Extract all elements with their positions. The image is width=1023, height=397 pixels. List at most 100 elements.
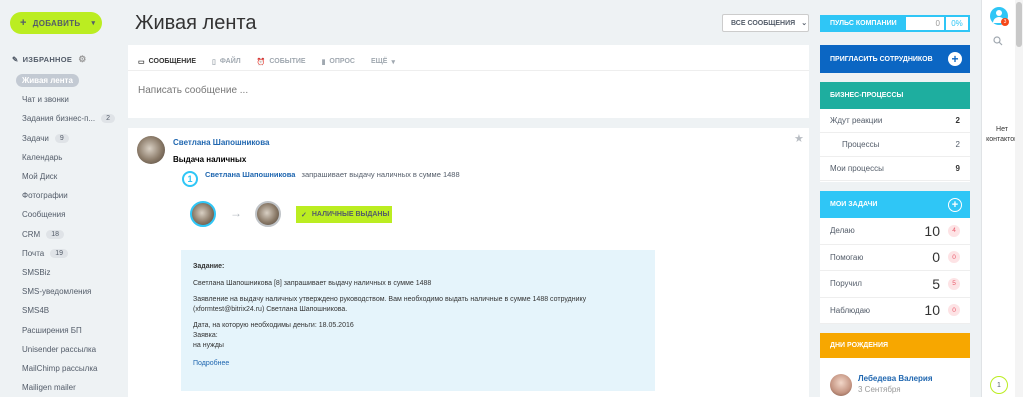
sidebar-item-live-feed[interactable]: Живая лента <box>16 71 126 90</box>
invite-employees-button[interactable]: ПРИГЛАСИТЬ СОТРУДНИКОВ + <box>820 45 970 73</box>
bp-row-processes[interactable]: Процессы 2 <box>820 133 970 157</box>
task-heading: Задание: <box>193 263 225 270</box>
more-link[interactable]: Подробнее <box>193 359 643 369</box>
sidebar-item-label: Расширения БП <box>22 325 82 335</box>
pulse-value: 0 <box>906 17 944 30</box>
overdue-badge: 5 <box>948 277 960 290</box>
row-label: Процессы <box>842 140 880 149</box>
overdue-badge: 4 <box>948 224 960 237</box>
post-form-tabs: ▭ СООБЩЕНИЕ ▯ ФАЙЛ ⏰ СОБЫТИЕ ▮ ОПРОС ЕЩЁ… <box>128 45 809 71</box>
tab-label: ЕЩЁ <box>370 58 388 65</box>
row-label: Поручил <box>830 279 862 289</box>
birthday-item[interactable]: Лебедева Валерия 3 Сентября <box>820 358 970 396</box>
scrollbar-thumb[interactable] <box>1016 2 1022 47</box>
tab-file[interactable]: ▯ ФАЙЛ <box>212 53 241 70</box>
row-label: Мои процессы <box>830 164 884 173</box>
sidebar-item-mail[interactable]: Почта 19 <box>16 244 126 263</box>
tab-label: ФАЙЛ <box>219 58 241 65</box>
counter-icon[interactable]: 1 <box>990 376 1008 394</box>
birthday-name[interactable]: Лебедева Валерия <box>858 374 932 383</box>
tasks-row-assigned[interactable]: Поручил 5 5 <box>820 271 970 298</box>
sidebar-item-bp-extensions[interactable]: Расширения БП <box>16 320 126 339</box>
chevron-down-icon: ⌄ <box>801 20 808 27</box>
task-line: на нужды <box>193 342 224 349</box>
scrollbar[interactable] <box>1015 0 1023 397</box>
tasks-row-watching[interactable]: Наблюдаю 10 0 <box>820 298 970 324</box>
post-author-link[interactable]: Светлана Шапошникова <box>173 138 269 147</box>
sidebar-item-crm[interactable]: CRM 18 <box>16 225 126 244</box>
sidebar-item-calendar[interactable]: Календарь <box>16 148 126 167</box>
sidebar-item-disk[interactable]: Мой Диск <box>16 167 126 186</box>
tasks-widget-title[interactable]: МОИ ЗАДАЧИ <box>830 201 877 208</box>
author-avatar[interactable] <box>137 136 165 164</box>
gear-icon[interactable]: ⚙ <box>78 54 86 65</box>
tab-event[interactable]: ⏰ СОБЫТИЕ <box>257 53 306 70</box>
bp-author-link[interactable]: Светлана Шапошникова <box>205 170 295 179</box>
sidebar-item-sms-notify[interactable]: SMS-уведомления <box>16 282 126 301</box>
add-button[interactable]: + ДОБАВИТЬ ▾ <box>10 12 102 34</box>
sidebar-item-smsbiz[interactable]: SMSBiz <box>16 263 126 282</box>
tab-more[interactable]: ЕЩЁ ▾ <box>371 53 395 70</box>
row-label: Наблюдаю <box>830 305 871 315</box>
file-icon: ▯ <box>211 58 216 66</box>
requester-avatar[interactable] <box>190 201 216 227</box>
bp-summary-text: запрашивает выдачу наличных в сумме 1488 <box>301 170 460 179</box>
sidebar-item-label: SMS4B <box>22 306 50 316</box>
message-input[interactable]: Написать сообщение ... <box>128 71 809 110</box>
sidebar-item-label: Фотографии <box>22 191 68 201</box>
bp-row-my-processes[interactable]: Мои процессы 9 <box>820 157 970 181</box>
sidebar-item-label: SMS-уведомления <box>22 287 92 297</box>
star-icon[interactable]: ★ <box>794 132 804 145</box>
plus-icon: + <box>20 17 27 29</box>
check-icon: ✓ <box>301 211 307 219</box>
task-line: Заявка: <box>193 332 218 339</box>
tasks-row-helping[interactable]: Помогаю 0 0 <box>820 245 970 271</box>
page-title: Живая лента <box>135 12 257 34</box>
message-icon: ▭ <box>138 58 145 66</box>
tab-message[interactable]: ▭ СООБЩЕНИЕ <box>138 53 196 70</box>
row-value: 0 <box>932 249 940 266</box>
sidebar-item-label: Unisender рассылка <box>22 344 97 354</box>
pulse-label: ПУЛЬС КОМПАНИИ <box>830 20 897 27</box>
sidebar-item-photos[interactable]: Фотографии <box>16 186 126 205</box>
row-value: 9 <box>955 164 960 173</box>
tasks-row-doing[interactable]: Делаю 10 4 <box>820 218 970 245</box>
add-task-icon[interactable]: + <box>948 197 962 212</box>
sidebar-item-mailigen[interactable]: Mailigen mailer <box>16 378 126 397</box>
row-label: Помогаю <box>830 252 864 262</box>
row-value: 10 <box>924 222 940 239</box>
company-pulse-widget[interactable]: ПУЛЬС КОМПАНИИ 0 0% <box>820 15 970 32</box>
sidebar-item-tasks[interactable]: Задачи 9 <box>16 129 126 148</box>
tab-label: СООБЩЕНИЕ <box>148 58 196 65</box>
row-value: 5 <box>932 275 940 292</box>
sidebar-item-label: Мой Диск <box>22 172 58 182</box>
arrow-right-icon: → <box>230 206 242 220</box>
sidebar-menu: Живая лента Чат и звонки Задания бизнес-… <box>16 71 126 397</box>
counter-badge: 19 <box>50 248 69 258</box>
notification-badge: 3 <box>1001 18 1009 26</box>
feed-filter-dropdown[interactable]: ВСЕ СООБЩЕНИЯ ⌄ <box>722 14 809 32</box>
sidebar-item-messages[interactable]: Сообщения <box>16 205 126 224</box>
sidebar-item-chat[interactable]: Чат и звонки <box>16 90 126 109</box>
status-badge: ✓ НАЛИЧНЫЕ ВЫДАНЫ <box>296 206 392 223</box>
search-icon[interactable] <box>993 36 1003 46</box>
tab-poll[interactable]: ▮ ОПРОС <box>322 53 355 70</box>
post-form: ▭ СООБЩЕНИЕ ▯ ФАЙЛ ⏰ СОБЫТИЕ ▮ ОПРОС ЕЩЁ… <box>128 45 809 118</box>
chevron-down-icon: ▾ <box>91 20 96 27</box>
sidebar-item-label: SMSBiz <box>22 267 51 277</box>
avatar[interactable] <box>830 374 852 396</box>
sidebar-item-mailchimp[interactable]: MailChimp рассылка <box>16 359 126 378</box>
tab-label: СОБЫТИЕ <box>269 58 306 65</box>
row-label: Ждут реакции <box>830 116 883 125</box>
birthdays-widget: ДНИ РОЖДЕНИЯ Лебедева Валерия 3 Сентября <box>820 333 970 397</box>
sidebar-item-label: Чат и звонки <box>22 95 69 105</box>
sidebar-item-unisender[interactable]: Unisender рассылка <box>16 340 126 359</box>
event-icon: ⏰ <box>256 58 266 66</box>
bp-widget-title[interactable]: БИЗНЕС-ПРОЦЕССЫ <box>820 82 970 109</box>
sidebar-item-label: Календарь <box>22 152 63 162</box>
bp-row-awaiting[interactable]: Ждут реакции 2 <box>820 109 970 133</box>
sidebar-item-sms4b[interactable]: SMS4B <box>16 301 126 320</box>
birthday-date: 3 Сентября <box>858 385 901 394</box>
approver-avatar[interactable] <box>255 201 281 227</box>
sidebar-item-bp-tasks[interactable]: Задания бизнес-п... 2 <box>16 109 126 128</box>
